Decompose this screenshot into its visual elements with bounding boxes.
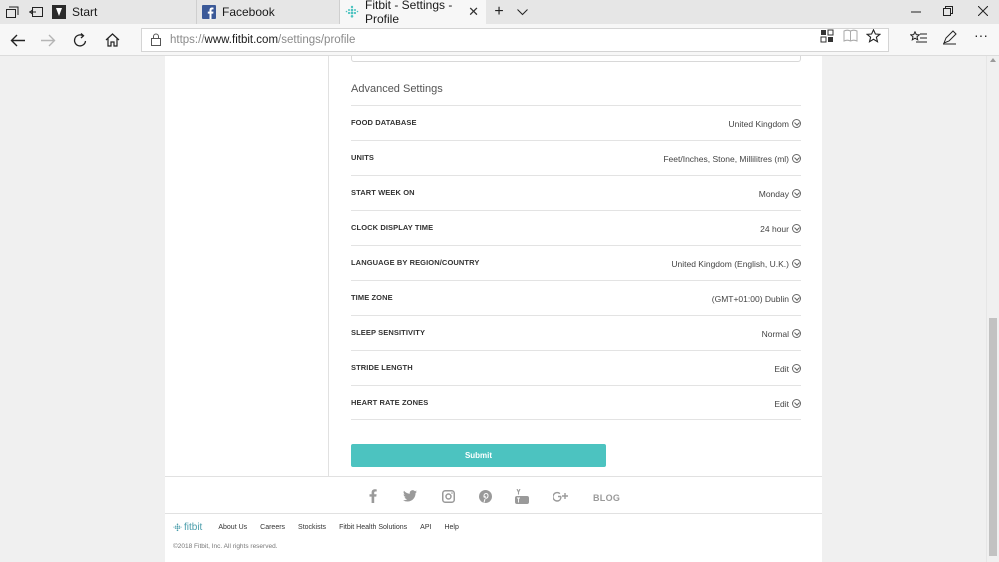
previous-section-box	[351, 56, 801, 62]
web-note-icon[interactable]	[942, 30, 958, 45]
submit-button[interactable]: Submit	[351, 444, 606, 467]
advanced-settings-list: FOOD DATABASE United Kingdom UNITS Feet/…	[351, 105, 801, 420]
reading-view-icon[interactable]	[843, 29, 859, 43]
setting-label: START WEEK ON	[351, 188, 415, 197]
footer-link-about-us[interactable]: About Us	[218, 524, 247, 531]
setting-value[interactable]: 24 hour	[760, 224, 789, 234]
tab-bar: Start Facebook Fitbit - Settings - Profi…	[0, 0, 999, 26]
setting-row-clock-display-time[interactable]: CLOCK DISPLAY TIME 24 hour	[351, 210, 801, 245]
setting-row-heart-rate-zones[interactable]: HEART RATE ZONES Edit	[351, 385, 801, 420]
fitbit-logo-icon	[173, 523, 182, 532]
scrollbar-thumb[interactable]	[989, 318, 997, 556]
tab-start[interactable]: Start	[47, 0, 197, 24]
chevron-down-circle-icon[interactable]	[792, 294, 801, 303]
pinterest-icon[interactable]	[479, 488, 492, 504]
blog-link[interactable]: BLOG	[593, 490, 620, 506]
start-icon	[52, 5, 66, 19]
setting-value[interactable]: Monday	[759, 189, 789, 199]
setting-row-food-database[interactable]: FOOD DATABASE United Kingdom	[351, 105, 801, 140]
chevron-down-circle-icon[interactable]	[792, 224, 801, 233]
twitter-icon[interactable]	[403, 488, 417, 504]
footer-link-health-solutions[interactable]: Fitbit Health Solutions	[339, 524, 407, 531]
chevron-down-circle-icon[interactable]	[792, 154, 801, 163]
settings-container: Advanced Settings FOOD DATABASE United K…	[165, 56, 822, 562]
setting-label: LANGUAGE BY REGION/COUNTRY	[351, 258, 480, 267]
youtube-icon[interactable]	[515, 488, 529, 504]
setting-row-sleep-sensitivity[interactable]: SLEEP SENSITIVITY Normal	[351, 315, 801, 350]
setting-value[interactable]: Normal	[762, 329, 789, 339]
vertical-scrollbar[interactable]	[986, 56, 999, 562]
footer-link-stockists[interactable]: Stockists	[298, 524, 326, 531]
back-arrow-icon[interactable]	[7, 30, 27, 50]
chevron-down-circle-icon[interactable]	[792, 119, 801, 128]
setting-value[interactable]: Feet/Inches, Stone, Millilitres (ml)	[663, 154, 789, 164]
footer-link-careers[interactable]: Careers	[260, 524, 285, 531]
tab-label: Facebook	[222, 5, 275, 19]
instagram-icon[interactable]	[442, 488, 455, 504]
setting-row-units[interactable]: UNITS Feet/Inches, Stone, Millilitres (m…	[351, 140, 801, 175]
setting-label: FOOD DATABASE	[351, 118, 417, 127]
setting-value[interactable]: Edit	[774, 364, 789, 374]
scroll-up-arrow-icon[interactable]	[990, 58, 996, 62]
footer-link-api[interactable]: API	[420, 524, 431, 531]
chevron-down-circle-icon[interactable]	[792, 189, 801, 198]
new-tab-icon[interactable]: +	[489, 3, 509, 21]
lock-icon	[151, 33, 161, 51]
navigation-bar: https://www.fitbit.com/settings/profile …	[0, 24, 999, 56]
minimize-icon[interactable]	[908, 4, 924, 19]
fitbit-logo[interactable]: fitbit	[173, 522, 202, 533]
setting-value[interactable]: United Kingdom (English, U.K.)	[671, 259, 789, 269]
set-tabs-aside-icon[interactable]	[26, 3, 46, 21]
favorite-star-icon[interactable]	[865, 28, 882, 43]
setting-value[interactable]: Edit	[774, 399, 789, 409]
settings-sidebar	[165, 56, 329, 476]
copyright-text: ©2018 Fitbit, Inc. All rights reserved.	[173, 543, 278, 550]
setting-row-stride-length[interactable]: STRIDE LENGTH Edit	[351, 350, 801, 385]
refresh-icon[interactable]	[70, 30, 90, 50]
setting-label: TIME ZONE	[351, 293, 393, 302]
section-title: Advanced Settings	[351, 83, 443, 95]
forward-arrow-icon[interactable]	[38, 30, 58, 50]
chevron-down-circle-icon[interactable]	[792, 399, 801, 408]
setting-row-time-zone[interactable]: TIME ZONE (GMT+01:00) Dublin	[351, 280, 801, 315]
page-viewport: Advanced Settings FOOD DATABASE United K…	[0, 56, 986, 562]
tab-fitbit-settings[interactable]: Fitbit - Settings - Profile ✕	[340, 0, 486, 26]
setting-label: CLOCK DISPLAY TIME	[351, 223, 434, 232]
extension-icon[interactable]	[820, 29, 836, 43]
footer-links: fitbit About Us Careers Stockists Fitbit…	[173, 522, 472, 533]
favorites-hub-icon[interactable]	[909, 30, 927, 45]
google-plus-icon[interactable]	[553, 488, 568, 504]
more-menu-icon[interactable]: ···	[974, 28, 990, 46]
tab-facebook[interactable]: Facebook	[197, 0, 340, 24]
chevron-down-circle-icon[interactable]	[792, 364, 801, 373]
setting-label: UNITS	[351, 153, 374, 162]
fitbit-logo-text: fitbit	[184, 522, 203, 533]
close-tab-icon[interactable]: ✕	[468, 4, 479, 20]
setting-label: STRIDE LENGTH	[351, 363, 413, 372]
url-text: https://www.fitbit.com/settings/profile	[170, 34, 356, 46]
facebook-icon	[202, 5, 216, 19]
setting-value[interactable]: (GMT+01:00) Dublin	[712, 294, 789, 304]
home-icon[interactable]	[102, 30, 122, 50]
tab-label: Start	[72, 5, 98, 19]
setting-label: HEART RATE ZONES	[351, 398, 429, 407]
footer-link-help[interactable]: Help	[444, 524, 458, 531]
chevron-down-icon[interactable]	[512, 3, 532, 21]
setting-value[interactable]: United Kingdom	[729, 119, 789, 129]
facebook-icon[interactable]	[369, 488, 377, 504]
setting-row-language[interactable]: LANGUAGE BY REGION/COUNTRY United Kingdo…	[351, 245, 801, 280]
social-bar: BLOG	[165, 476, 822, 514]
setting-label: SLEEP SENSITIVITY	[351, 328, 426, 337]
chevron-down-circle-icon[interactable]	[792, 259, 801, 268]
setting-row-start-week-on[interactable]: START WEEK ON Monday	[351, 175, 801, 210]
close-window-icon[interactable]	[975, 4, 991, 19]
fitbit-icon	[345, 5, 359, 19]
chevron-down-circle-icon[interactable]	[792, 329, 801, 338]
tab-preview-icon[interactable]	[2, 3, 22, 21]
address-bar[interactable]: https://www.fitbit.com/settings/profile	[141, 28, 889, 52]
restore-icon[interactable]	[940, 4, 956, 19]
